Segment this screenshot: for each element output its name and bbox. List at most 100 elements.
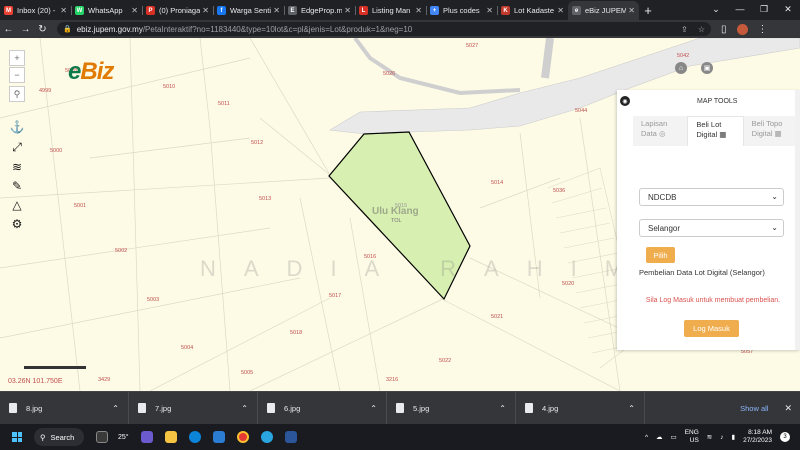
draw-icon[interactable]: ✎ <box>10 179 24 193</box>
close-tab-icon[interactable]: ✕ <box>131 6 138 15</box>
pluscodes-icon: + <box>430 6 439 15</box>
forward-icon[interactable]: → <box>17 24 34 35</box>
locate-icon[interactable]: ⚓ <box>10 120 25 134</box>
state-select[interactable]: Selangor ⌄ <box>639 219 784 237</box>
globe-icon[interactable]: ◉ <box>620 96 630 106</box>
close-tab-icon[interactable]: ✕ <box>273 6 280 15</box>
scale-bar <box>24 366 86 369</box>
language-indicator[interactable]: ENG US <box>685 429 699 445</box>
back-icon[interactable]: ← <box>0 24 17 35</box>
tab-5[interactable]: L Listing Man ✕ <box>355 1 426 20</box>
chevron-up-icon[interactable]: ⌃ <box>628 404 635 413</box>
lot-number: 5022 <box>439 358 452 364</box>
lot-number: 5002 <box>115 248 128 254</box>
download-item[interactable]: 4.jpg ⌃ <box>516 391 645 425</box>
task-view-icon[interactable] <box>96 431 108 443</box>
close-tab-icon[interactable]: ✕ <box>486 6 493 15</box>
bookmark-star-icon[interactable]: ☆ <box>698 25 705 34</box>
tab-1[interactable]: W WhatsApp ✕ <box>71 1 142 20</box>
tab-title: Warga Senti <box>230 6 271 15</box>
close-tab-icon[interactable]: ✕ <box>202 6 209 15</box>
show-all-link[interactable]: Show all <box>740 404 768 413</box>
map-search-icon[interactable]: ⚲ <box>9 86 25 102</box>
download-filename: 7.jpg <box>155 403 172 413</box>
tab-3[interactable]: f Warga Senti ✕ <box>213 1 284 20</box>
maximize-button[interactable]: ❐ <box>752 0 776 18</box>
tab-4[interactable]: E EdgeProp.m ✕ <box>284 1 355 20</box>
settings-icon[interactable]: ⚙ <box>10 217 24 231</box>
profile-avatar[interactable] <box>736 23 748 35</box>
measure-icon[interactable]: △ <box>10 198 24 212</box>
battery-icon[interactable]: ▭ <box>671 433 677 441</box>
fullscreen-icon[interactable]: ⤢ <box>10 140 24 154</box>
tab-6[interactable]: + Plus codes ✕ <box>426 1 497 20</box>
tab-2[interactable]: P (0) Proniaga ✕ <box>142 1 213 20</box>
chevron-up-icon[interactable]: ⌃ <box>370 404 377 413</box>
close-window-button[interactable]: ✕ <box>776 0 800 18</box>
new-tab-button[interactable]: + <box>639 1 657 20</box>
address-bar[interactable]: 🔒 ebiz.jupem.gov.my /PetaInteraktif?no=1… <box>57 22 711 36</box>
download-item[interactable]: 7.jpg ⌃ <box>129 391 258 425</box>
home-icon[interactable]: ⌂ <box>675 62 687 74</box>
panel-scrollbar[interactable] <box>795 90 800 350</box>
tab-beli-topo-digital[interactable]: Beli Topo Digital ▦ <box>744 116 798 146</box>
tab-beli-lot-digital[interactable]: Beli Lot Digital ▦ <box>687 116 744 146</box>
minimize-button[interactable]: — <box>728 0 752 18</box>
chevron-up-icon[interactable]: ⌃ <box>499 404 506 413</box>
sidebar-icon[interactable]: ▯ <box>721 24 727 35</box>
clock[interactable]: 8:18 AM 27/2/2023 <box>743 429 772 445</box>
chevron-up-icon[interactable]: ⌃ <box>112 404 119 413</box>
word-icon[interactable] <box>284 431 297 443</box>
wifi-icon[interactable]: ≋ <box>707 433 712 441</box>
source-select[interactable]: NDCDB ⌄ <box>639 188 784 206</box>
teams-icon[interactable] <box>140 431 153 443</box>
weather-widget[interactable]: 25° <box>118 434 129 441</box>
login-button[interactable]: Log Masuk <box>684 320 739 337</box>
download-filename: 8.jpg <box>26 403 43 413</box>
close-download-bar-icon[interactable]: ✕ <box>784 403 792 414</box>
store-icon[interactable] <box>212 431 225 443</box>
ebiz-icon: e <box>572 6 581 15</box>
close-tab-icon[interactable]: ✕ <box>415 6 422 15</box>
notification-badge[interactable]: 3 <box>780 432 790 442</box>
chrome-icon[interactable] <box>236 431 249 443</box>
print-icon[interactable]: ▣ <box>701 62 713 74</box>
chevron-up-icon[interactable]: ⌃ <box>241 404 248 413</box>
cloud-icon[interactable]: ☁ <box>656 433 663 441</box>
close-tab-icon[interactable]: ✕ <box>60 6 67 15</box>
pilih-button[interactable]: Pilih <box>646 247 675 263</box>
windows-start-icon[interactable] <box>12 432 22 442</box>
edge-icon[interactable] <box>188 431 201 443</box>
share-icon[interactable]: ⇪ <box>681 25 688 34</box>
taskbar-search[interactable]: ⚲ Search <box>34 428 84 446</box>
tab-title: (0) Proniaga <box>159 6 201 15</box>
telegram-icon[interactable] <box>260 431 273 443</box>
download-item[interactable]: 5.jpg ⌃ <box>387 391 516 425</box>
close-tab-icon[interactable]: ✕ <box>628 6 635 15</box>
close-tab-icon[interactable]: ✕ <box>344 6 351 15</box>
zoom-out-button[interactable]: − <box>9 67 25 83</box>
close-tab-icon[interactable]: ✕ <box>557 6 564 15</box>
layers-icon[interactable]: ≋ <box>10 160 24 174</box>
tab-search-icon[interactable]: ⌄ <box>704 0 728 18</box>
download-item[interactable]: 6.jpg ⌃ <box>258 391 387 425</box>
file-explorer-icon[interactable] <box>164 431 177 443</box>
ebiz-logo: eBiz <box>68 58 114 85</box>
lot-number: 5014 <box>491 180 504 186</box>
volume-icon[interactable]: ♪ <box>720 434 723 441</box>
listing-icon: L <box>359 6 368 15</box>
reload-icon[interactable]: ↻ <box>34 24 51 35</box>
battery-status-icon[interactable]: ▮ <box>732 433 736 441</box>
tab-8[interactable]: e eBiz JUPEM ✕ <box>568 1 639 20</box>
image-file-icon <box>525 403 533 413</box>
chevron-up-icon[interactable]: ^ <box>645 434 648 441</box>
tab-0[interactable]: M Inbox (20) - ✕ <box>0 1 71 20</box>
tab-7[interactable]: K Lot Kadaste ✕ <box>497 1 568 20</box>
lot-number: 5021 <box>491 314 504 320</box>
download-item[interactable]: 8.jpg ⌃ <box>0 391 129 425</box>
tab-lapisan-data[interactable]: Lapisan Data ◎ <box>633 116 687 146</box>
lot-number: 3216 <box>386 377 399 383</box>
map-canvas[interactable]: NADIA RAHIM Ulu Klang TOL 5015 5027 5042 5… <box>0 38 800 391</box>
menu-icon[interactable]: ⋮ <box>758 24 768 35</box>
zoom-in-button[interactable]: + <box>9 50 25 66</box>
